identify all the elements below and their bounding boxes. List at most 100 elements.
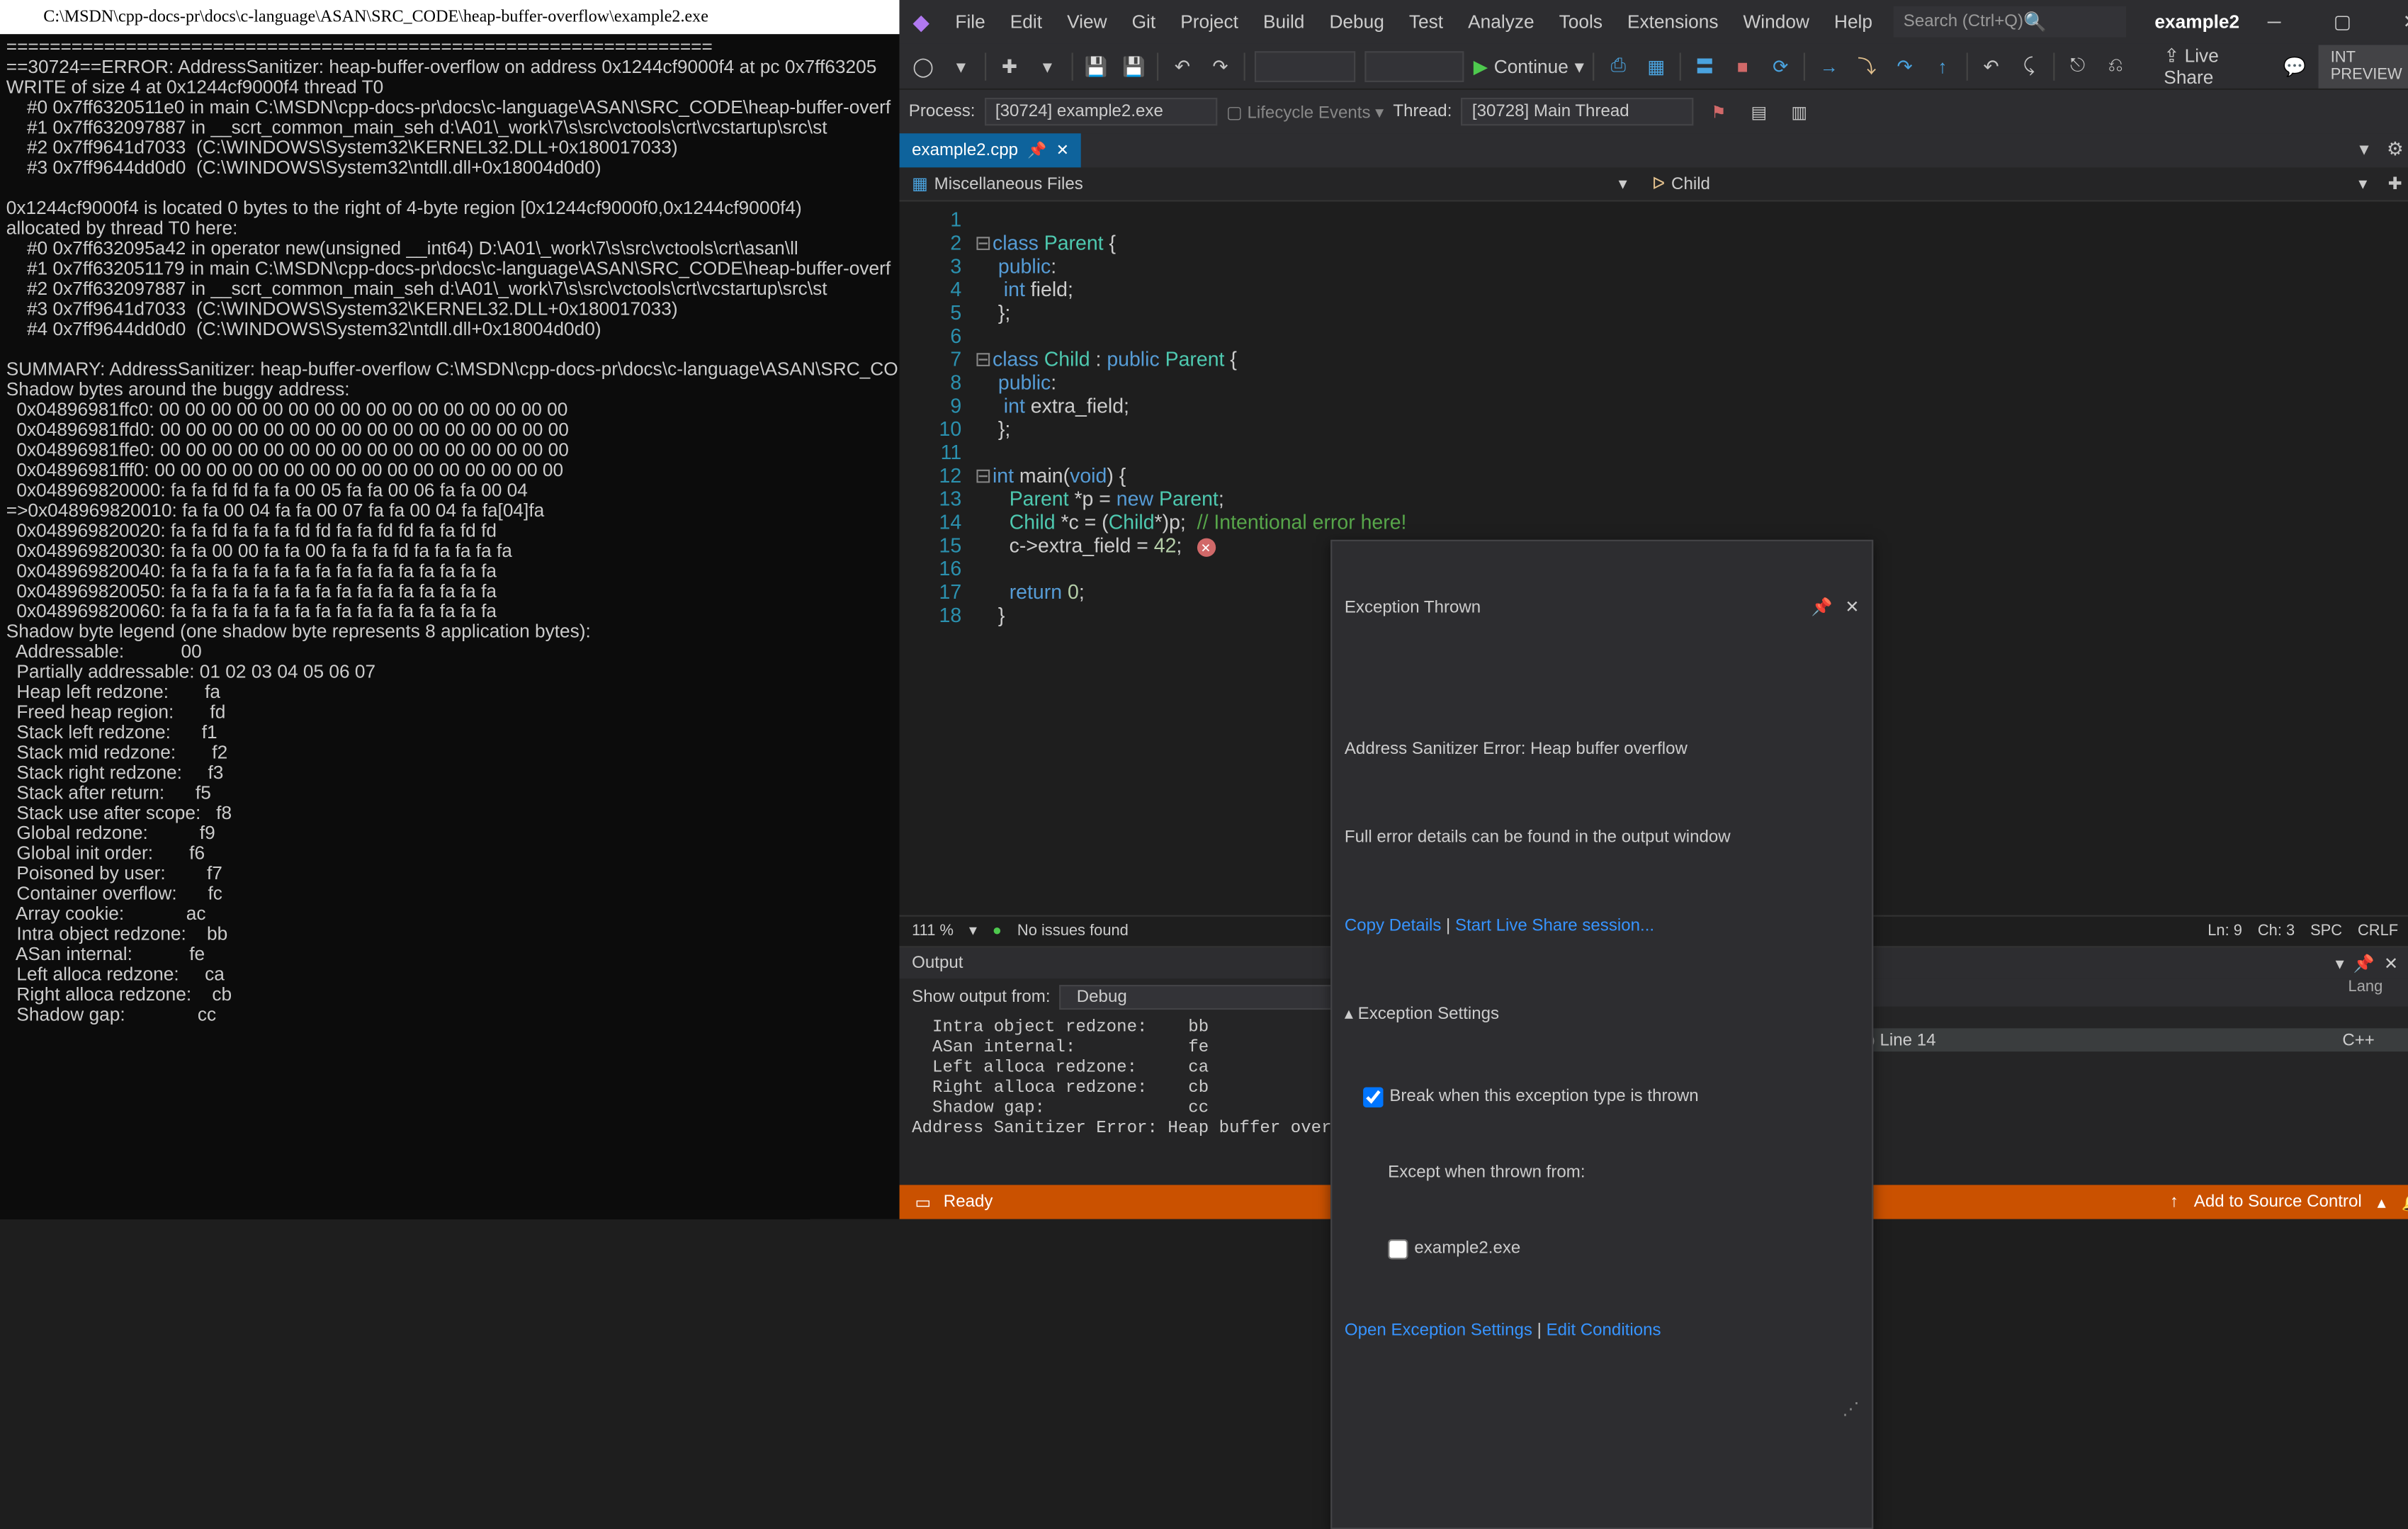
console-output: ========================================… <box>0 34 900 1219</box>
dbg-icon-1[interactable]: ⎙ <box>1604 50 1632 81</box>
feedback-icon[interactable]: 💬 <box>2280 50 2309 81</box>
maximize-button[interactable]: ▢ <box>2308 0 2376 43</box>
step-out-icon[interactable]: ↑ <box>1928 50 1957 81</box>
menu-debug[interactable]: Debug <box>1317 0 1396 43</box>
tab-settings-icon[interactable]: ⚙ <box>2380 133 2408 164</box>
show-output-label: Show output from: <box>912 988 1050 1006</box>
live-share-icon: ⇪ <box>2164 44 2184 66</box>
pin-icon[interactable]: 📌 <box>1027 142 1046 159</box>
open-icon[interactable]: ▾ <box>1033 50 1061 81</box>
config-dropdown[interactable] <box>1255 50 1355 81</box>
close-button[interactable]: ✕ <box>2377 0 2408 43</box>
stop-icon[interactable]: ■ <box>1729 50 1757 81</box>
solution-name: example2 <box>2154 11 2239 33</box>
break-when-checkbox[interactable] <box>1363 1087 1383 1107</box>
step-over-icon[interactable]: ↷ <box>1890 50 1918 81</box>
stack-icon[interactable]: ▤ <box>1743 96 1775 128</box>
process-label: Process: <box>909 102 976 120</box>
start-liveshare-link[interactable]: Start Live Share session... <box>1455 917 1654 935</box>
issues-text: No issues found <box>1017 923 1129 940</box>
code-content[interactable]: ⊟class Parent { public: int field; }; ⊟c… <box>974 202 2408 915</box>
exception-pin-icon[interactable]: 📌 <box>1811 597 1833 621</box>
except-exe-checkbox[interactable] <box>1388 1239 1408 1259</box>
ok-icon: ● <box>993 923 1002 940</box>
exception-message: Address Sanitizer Error: Heap buffer ove… <box>1345 738 1860 762</box>
vs-logo-icon: ◆ <box>900 9 943 35</box>
menu-edit[interactable]: Edit <box>997 0 1054 43</box>
new-icon[interactable]: ✚ <box>995 50 1024 81</box>
cs-close-icon[interactable]: ✕ <box>2384 953 2398 973</box>
menu-help[interactable]: Help <box>1821 0 1884 43</box>
save-all-icon[interactable]: 💾 <box>1119 50 1148 81</box>
dbg-icon-b[interactable]: ⤹ <box>2015 50 2043 81</box>
platform-dropdown[interactable] <box>1364 50 1464 81</box>
editor-tabs: example2.cpp 📌 ✕ ▾ ⚙ <box>900 133 2408 167</box>
add-source-control[interactable]: Add to Source Control <box>2194 1192 2362 1211</box>
menu-extensions[interactable]: Extensions <box>1615 0 1731 43</box>
edit-conditions-link[interactable]: Edit Conditions <box>1547 1321 1661 1340</box>
thread-dropdown[interactable]: [30728] Main Thread <box>1462 98 1694 125</box>
nav-fwd-icon[interactable]: ▾ <box>946 50 975 81</box>
continue-button[interactable]: ▶ Continue ▾ <box>1474 55 1584 77</box>
error-icon[interactable] <box>1197 538 1216 556</box>
live-share-button[interactable]: ⇪ Live Share <box>2158 44 2271 87</box>
restart-icon[interactable]: ⟳ <box>1766 50 1794 81</box>
notifications-icon[interactable]: 🔔₂ <box>2402 1192 2408 1212</box>
menu-analyze[interactable]: Analyze <box>1456 0 1547 43</box>
exception-details: Full error details can be found in the o… <box>1345 827 1860 850</box>
misc-icon[interactable]: ▥ <box>1784 96 1815 128</box>
menu-build[interactable]: Build <box>1250 0 1316 43</box>
process-dropdown[interactable]: [30724] example2.exe <box>985 98 1217 125</box>
menu-test[interactable]: Test <box>1396 0 1455 43</box>
thread-label: Thread: <box>1393 102 1452 120</box>
nav-member-dropdown[interactable]: ᐅChild▾ <box>1639 167 2380 200</box>
cs-dropdown-icon[interactable]: ▾ <box>2336 953 2344 973</box>
menu-git[interactable]: Git <box>1119 0 1168 43</box>
tab-overflow-icon[interactable]: ▾ <box>2348 133 2380 164</box>
output-title: Output <box>912 954 963 972</box>
undo-icon[interactable]: ↶ <box>1168 50 1197 81</box>
minimize-button[interactable]: ─ <box>2240 0 2308 43</box>
line-gutter: 123456789101112131415161718 <box>900 202 974 915</box>
split-icon[interactable]: ✚ <box>2380 167 2408 198</box>
tab-example2[interactable]: example2.cpp 📌 ✕ <box>900 133 1082 167</box>
ready-icon: ▭ <box>915 1192 932 1212</box>
flag-icon[interactable]: ⚑ <box>1703 96 1734 128</box>
play-icon: ▶ <box>1474 55 1488 77</box>
menu-window[interactable]: Window <box>1731 0 1821 43</box>
menu-view[interactable]: View <box>1055 0 1119 43</box>
open-exception-settings-link[interactable]: Open Exception Settings <box>1345 1321 1532 1340</box>
close-tab-icon[interactable]: ✕ <box>1056 142 1069 159</box>
show-next-icon[interactable]: ⤵ <box>1853 50 1881 81</box>
redo-icon[interactable]: ↷ <box>1206 50 1234 81</box>
line-indicator: Ln: 9 <box>2208 923 2242 940</box>
exception-close-icon[interactable]: ✕ <box>1845 597 1859 621</box>
search-input[interactable]: Search (Ctrl+Q) 🔍 <box>1894 6 2127 38</box>
menu-file[interactable]: File <box>943 0 997 43</box>
copy-details-link[interactable]: Copy Details <box>1345 917 1442 935</box>
step-into-icon[interactable]: → <box>1815 50 1843 81</box>
lineend-indicator: CRLF <box>2358 923 2398 940</box>
nav-scope-dropdown[interactable]: ▦Miscellaneous Files▾ <box>900 167 1640 200</box>
console-window: C:\MSDN\cpp-docs-pr\docs\c-language\ASAN… <box>0 0 900 1219</box>
cs-pin-icon[interactable]: 📌 <box>2353 953 2375 973</box>
zoom-level[interactable]: 111 % <box>912 923 954 940</box>
spaces-indicator: SPC <box>2310 923 2342 940</box>
cs-col-lang[interactable]: Lang <box>2348 978 2383 1006</box>
pause-icon[interactable]: 〓 <box>1690 50 1719 81</box>
save-icon[interactable]: 💾 <box>1082 50 1110 81</box>
dbg-icon-2[interactable]: ▦ <box>1642 50 1671 81</box>
code-editor[interactable]: 123456789101112131415161718 ⊟class Paren… <box>900 202 2408 915</box>
status-ready: Ready <box>944 1192 993 1211</box>
lifecycle-events[interactable]: ▢ Lifecycle Events ▾ <box>1226 101 1384 121</box>
menu-tools[interactable]: Tools <box>1547 0 1615 43</box>
dbg-icon-d[interactable]: ⎌ <box>2101 50 2130 81</box>
nav-back-icon[interactable]: ◯ <box>909 50 937 81</box>
menu-project[interactable]: Project <box>1168 0 1251 43</box>
dbg-icon-a[interactable]: ↶ <box>1977 50 2005 81</box>
standard-toolbar: ◯ ▾ ✚ ▾ 💾 💾 ↶ ↷ ▶ Continue ▾ ⎙ ▦ 〓 ■ <box>900 43 2408 90</box>
main-menu: File Edit View Git Project Build Debug T… <box>943 0 1885 43</box>
dbg-icon-c[interactable]: ⎋ <box>2063 50 2091 81</box>
resize-grip-icon[interactable]: ⋰ <box>1345 1399 1860 1422</box>
exception-settings-header[interactable]: ▴ Exception Settings <box>1345 1003 1860 1027</box>
